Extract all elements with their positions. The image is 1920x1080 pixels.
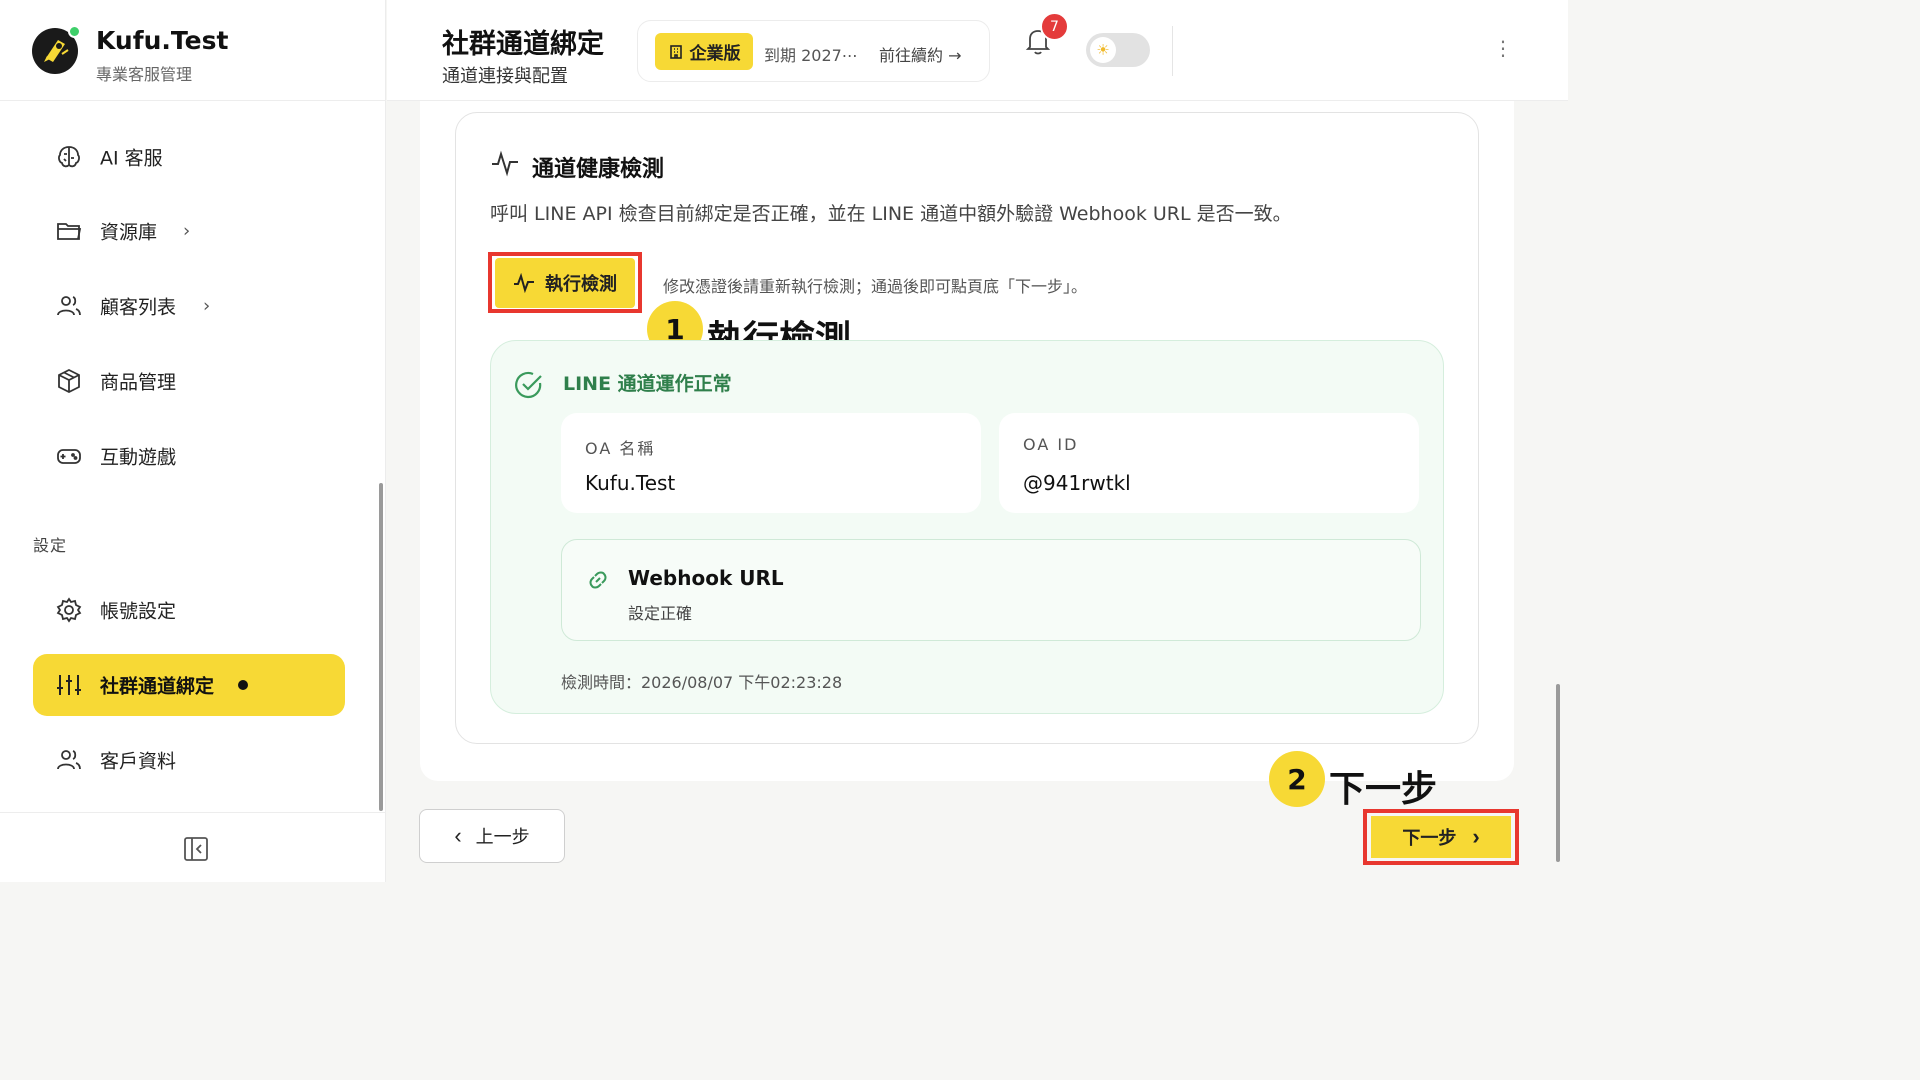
- sidebar-item-products[interactable]: 商品管理: [33, 350, 345, 412]
- chevron-right-icon: ›: [203, 295, 211, 317]
- check-circle-icon: [515, 371, 542, 399]
- box-icon: [58, 368, 80, 394]
- more-vertical-icon[interactable]: ⋮: [1493, 38, 1513, 58]
- sidebar: Kufu.Test 專業客服管理 AI 客服 資源庫 › 顧客列表 › 商品管理: [0, 0, 386, 882]
- sidebar-item-client-data[interactable]: 客戶資料: [33, 729, 345, 791]
- oa-name-card: OA 名稱 Kufu.Test: [561, 413, 981, 513]
- oa-id-label: OA ID: [1023, 435, 1079, 454]
- sidebar-scrollbar[interactable]: [379, 483, 383, 811]
- online-status-dot: [68, 25, 81, 38]
- highlight-box-run-check: [488, 252, 642, 313]
- top-header: 社群通道綁定 通道連接與配置 企業版 到期 2027⋯ 前往續約 → 7 ☀ ⋮: [387, 0, 1568, 101]
- sidebar-item-account-settings[interactable]: 帳號設定: [33, 579, 345, 641]
- activity-icon: [492, 150, 518, 177]
- health-check-description: 呼叫 LINE API 檢查目前綁定是否正確，並在 LINE 通道中額外驗證 W…: [490, 203, 1292, 225]
- sidebar-item-label: 資源庫: [100, 221, 158, 244]
- building-icon: [669, 44, 682, 59]
- sidebar-item-customers[interactable]: 顧客列表 ›: [33, 275, 345, 337]
- sidebar-item-label: 社群通道綁定: [100, 675, 215, 698]
- health-status-title: LINE 通道運作正常: [563, 373, 732, 395]
- oa-name-label: OA 名稱: [585, 439, 656, 458]
- header-divider: [1172, 26, 1173, 76]
- sun-icon: ☀: [1090, 37, 1116, 63]
- brand-name: Kufu.Test: [96, 26, 229, 55]
- main-scrollbar[interactable]: [1556, 684, 1560, 862]
- oa-name-value: Kufu.Test: [585, 471, 676, 495]
- users-icon: [57, 750, 81, 770]
- sidebar-item-label: AI 客服: [100, 147, 163, 170]
- brand: Kufu.Test 專業客服管理: [0, 0, 386, 101]
- renew-link[interactable]: 前往續約 →: [879, 42, 962, 66]
- sidebar-collapse-icon[interactable]: [183, 836, 209, 862]
- active-indicator-dot: [238, 680, 248, 690]
- brain-icon: [58, 146, 80, 168]
- oa-id-value: @941rwtkl: [1023, 471, 1131, 495]
- plan-badge-label: 企業版: [689, 44, 741, 64]
- highlight-box-next-step: [1363, 809, 1519, 865]
- webhook-status-card: Webhook URL 設定正確: [561, 539, 1421, 641]
- plan-badge: 企業版: [655, 33, 753, 70]
- settings-section-label: 設定: [33, 536, 68, 555]
- checked-timestamp: 檢測時間：2026/08/07 下午02:23:28: [561, 673, 843, 692]
- sidebar-footer: [0, 812, 386, 882]
- sliders-icon: [57, 675, 81, 695]
- link-icon: [589, 571, 607, 589]
- theme-toggle[interactable]: ☀: [1086, 33, 1150, 67]
- sidebar-item-channel-binding[interactable]: 社群通道綁定: [33, 654, 345, 716]
- sidebar-item-games[interactable]: 互動遊戲: [33, 425, 345, 487]
- gamepad-icon: [57, 449, 81, 464]
- brand-subtitle: 專業客服管理: [96, 65, 193, 84]
- prev-step-label: 上一步: [475, 827, 530, 847]
- webhook-status: 設定正確: [628, 604, 693, 623]
- plan-info: 企業版 到期 2027⋯ 前往續約 →: [637, 20, 990, 82]
- step-label-2: 下一步: [1329, 769, 1438, 810]
- page-title: 社群通道綁定: [442, 29, 604, 60]
- folder-icon: [57, 223, 82, 240]
- plan-expiry: 到期 2027⋯: [764, 46, 858, 65]
- health-check-title: 通道健康檢測: [532, 157, 665, 182]
- notification-badge: 7: [1040, 12, 1069, 41]
- step-badge-2: 2: [1269, 751, 1325, 807]
- health-status-panel: LINE 通道運作正常 OA 名稱 Kufu.Test OA ID @941rw…: [490, 340, 1444, 714]
- sidebar-item-ai-service[interactable]: AI 客服: [33, 126, 345, 188]
- run-check-hint: 修改憑證後請重新執行檢測；通過後即可點頁底「下一步」。: [663, 277, 1088, 296]
- sidebar-item-label: 顧客列表: [100, 296, 177, 319]
- gear-icon: [56, 597, 82, 623]
- sidebar-item-label: 互動遊戲: [100, 446, 177, 469]
- chevron-left-icon: ‹: [454, 823, 462, 848]
- sidebar-item-resources[interactable]: 資源庫 ›: [33, 200, 345, 262]
- sidebar-item-label: 商品管理: [100, 371, 177, 394]
- sidebar-item-label: 帳號設定: [100, 600, 177, 623]
- page-subtitle: 通道連接與配置: [442, 66, 568, 87]
- prev-step-button[interactable]: ‹ 上一步: [419, 809, 565, 863]
- users-icon: [57, 296, 81, 316]
- webhook-title: Webhook URL: [628, 566, 784, 590]
- sidebar-item-label: 客戶資料: [100, 750, 177, 773]
- oa-id-card: OA ID @941rwtkl: [999, 413, 1419, 513]
- chevron-right-icon: ›: [183, 220, 191, 242]
